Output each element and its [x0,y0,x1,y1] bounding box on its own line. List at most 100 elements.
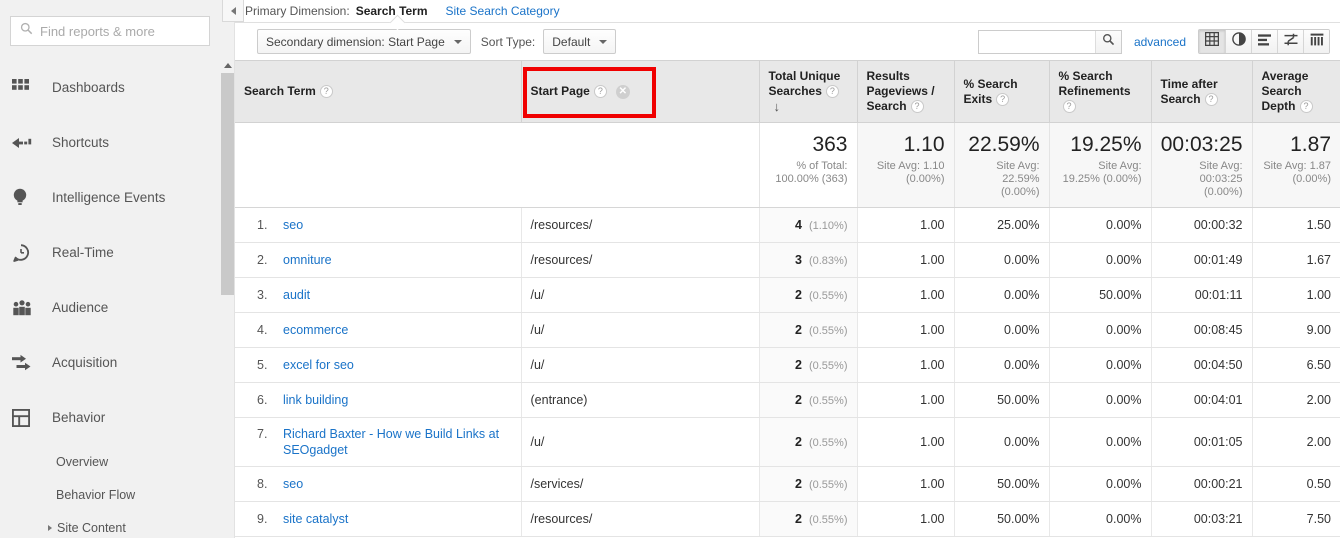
sidebar-item-real-time[interactable]: Real-Time [0,225,220,280]
performance-view-button[interactable] [1251,30,1277,53]
sidebar-item-shortcuts[interactable]: Shortcuts [0,115,220,170]
column-header-search-refinements[interactable]: % Search Refinements? [1048,60,1151,123]
percentage-view-button[interactable] [1225,30,1251,53]
remove-secondary-dimension-icon[interactable]: ✕ [615,84,630,99]
cell-search-term: 2. omniture [235,242,521,278]
time-after-search-value: 00:04:50 [1193,358,1243,372]
cell-search-refinements: 0.00% [1048,466,1151,502]
cell-total-unique-searches: 3 (0.83%) [758,242,857,278]
unique-percent: (0.55%) [808,290,848,302]
sort-type-dropdown[interactable]: Default [543,29,617,54]
table-search-input[interactable] [978,30,1095,53]
sidebar-subitem-behavior-flow[interactable]: Behavior Flow [0,478,220,511]
cell-time-after-search: 00:00:21 [1150,466,1252,502]
search-term-link[interactable]: seo [283,217,303,233]
search-term-link[interactable]: excel for seo [283,357,354,373]
column-header-time-after-search[interactable]: Time after Search? [1150,60,1252,123]
help-icon[interactable]: ? [996,92,1010,106]
cell-results-pageviews-per-search: 1.00 [856,207,954,243]
search-term-link[interactable]: Richard Baxter - How we Build Links at S… [283,426,521,458]
start-page-value: /resources/ [530,253,593,267]
summary-time-after-search: 00:03:25 Site Avg: 00:03:25 (0.00%) [1150,122,1252,208]
column-header-start-page[interactable]: Start Page? ✕ [520,60,759,123]
time-after-search-value: 00:01:49 [1193,253,1243,267]
scroll-up-button[interactable] [221,58,234,73]
help-icon[interactable]: ? [1299,100,1313,114]
start-page-value: /u/ [530,435,545,449]
column-header-average-search-depth[interactable]: Average Search Depth? [1251,60,1340,123]
column-label: Start Page [530,84,590,98]
table-controls-bar: Secondary dimension: Start Page Sort Typ… [235,14,1340,60]
table-row: 5. excel for seo/u/2 (0.55%) 1.00 0.00% 0.00%… [235,347,1340,383]
help-icon[interactable]: ? [825,85,839,99]
sidebar-item-label: Acquisition [52,355,118,370]
arrow-left-dashed-icon [12,136,38,150]
cell-time-after-search: 00:03:21 [1150,501,1252,537]
collapse-sidebar-button[interactable] [222,0,244,22]
summary-results-pageviews-per-search: 1.10 Site Avg: 1.10 (0.00%) [856,122,954,208]
help-icon[interactable]: ? [1062,100,1076,114]
sidebar-subitem-site-content[interactable]: Site Content [0,511,220,538]
column-header-search-term[interactable]: Search Term? [235,60,521,123]
cell-start-page: /services/ [520,466,759,502]
column-header-search-exits[interactable]: % Search Exits? [953,60,1049,123]
primary-dimension-site-search-category[interactable]: Site Search Category [446,4,560,18]
column-header-results-pageviews-per-search[interactable]: Results Pageviews / Search? [856,60,954,123]
sidebar-item-dashboards[interactable]: Dashboards [0,60,220,115]
help-icon[interactable]: ? [319,85,333,99]
column-label: Search Term [244,84,316,98]
summary-value: 1.87 [1290,133,1331,156]
average-search-depth-value: 1.00 [1306,288,1331,302]
advanced-link[interactable]: advanced [1134,35,1186,49]
search-box[interactable] [10,16,210,46]
scrollbar-thumb[interactable] [221,73,234,295]
average-search-depth-value: 7.50 [1306,512,1331,526]
sidebar-item-label: Real-Time [52,245,114,260]
start-page-value: /services/ [530,477,584,491]
secondary-dimension-dropdown[interactable]: Secondary dimension: Start Page [257,29,471,54]
sidebar-item-acquisition[interactable]: Acquisition [0,335,220,390]
cell-results-pageviews-per-search: 1.00 [856,347,954,383]
primary-dimension-label: Primary Dimension: [245,4,350,18]
chevron-down-icon [599,39,608,44]
pivot-view-button[interactable] [1303,30,1329,53]
average-search-depth-value: 1.50 [1306,218,1331,232]
sidebar-item-intelligence-events[interactable]: Intelligence Events [0,170,220,225]
primary-dimension-selected[interactable]: Search Term [356,4,428,18]
search-term-link[interactable]: site catalyst [283,511,348,527]
table-view-button[interactable] [1199,30,1225,53]
help-icon[interactable]: ? [910,100,924,114]
sidebar-item-audience[interactable]: Audience [0,280,220,335]
cell-start-page: /resources/ [520,207,759,243]
search-input[interactable] [40,23,209,39]
people-icon [12,299,38,316]
search-term-link[interactable]: ecommerce [283,322,348,338]
comparison-view-button[interactable] [1277,30,1303,53]
cell-average-search-depth: 1.50 [1251,207,1340,243]
column-label: Results Pageviews / Search [866,69,935,113]
table-search-box[interactable] [977,29,1122,54]
column-header-total-unique-searches[interactable]: Total Unique Searches ?↓ [758,60,857,123]
results-pageviews-value: 1.00 [920,512,945,526]
cell-search-term: 5. excel for seo [235,347,521,383]
help-icon[interactable]: ? [593,85,607,99]
search-term-link[interactable]: link building [283,392,348,408]
cell-time-after-search: 00:00:32 [1150,207,1252,243]
row-index: 9. [257,512,268,526]
sidebar-item-behavior[interactable]: Behavior [0,390,220,445]
cell-results-pageviews-per-search: 1.00 [856,242,954,278]
cell-search-term: 9. site catalyst [235,501,521,537]
table-search-button[interactable] [1094,30,1121,53]
sidebar-subitem-overview[interactable]: Overview [0,445,220,478]
cell-search-term: 7. Richard Baxter - How we Build Links at… [235,417,521,467]
layout-icon [12,408,38,427]
bars-icon [1257,33,1272,51]
summary-value: 1.10 [903,133,945,156]
page-scrollbar[interactable] [221,58,234,538]
search-term-link[interactable]: audit [283,287,310,303]
help-icon[interactable]: ? [1204,92,1218,106]
search-term-link[interactable]: omniture [283,252,332,268]
search-exits-value: 50.00% [997,512,1040,526]
search-term-link[interactable]: seo [283,476,303,492]
cell-start-page: /u/ [520,277,759,313]
